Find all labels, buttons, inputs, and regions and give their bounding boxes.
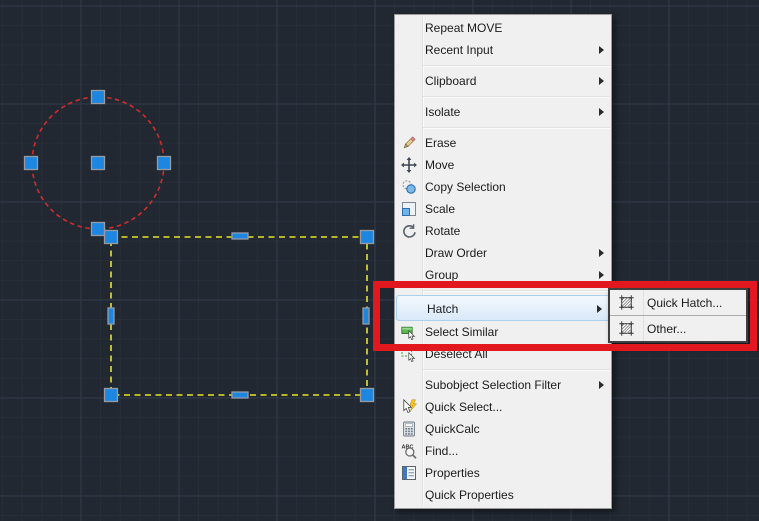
grip[interactable] (362, 307, 370, 325)
properties-icon (395, 465, 422, 481)
menu-item-label: Find... (425, 444, 459, 458)
menu-item-label: Isolate (425, 105, 461, 119)
menu-item-quick-select[interactable]: Quick Select... (395, 396, 611, 418)
submenu-item-other[interactable]: Other... (610, 316, 746, 341)
menu-item-label: QuickCalc (425, 422, 480, 436)
submenu-arrow-icon (597, 304, 602, 313)
grip[interactable] (107, 307, 115, 325)
menu-item-label: Properties (425, 466, 480, 480)
hatch-icon (610, 294, 643, 311)
menu-separator (395, 286, 611, 295)
submenu-arrow-icon (599, 381, 604, 389)
menu-item-label: Rotate (425, 224, 461, 238)
find-icon: ABC (395, 443, 422, 459)
menu-item-label: Recent Input (425, 43, 494, 57)
grip[interactable] (156, 155, 172, 171)
grip[interactable] (103, 229, 119, 245)
grip[interactable] (359, 387, 375, 403)
submenu-arrow-icon (599, 108, 604, 116)
menu-item-label: Subobject Selection Filter (425, 378, 562, 392)
menu-item-label: Move (425, 158, 455, 172)
menu-item-label: Quick Select... (425, 400, 503, 414)
menu-item-deselect-all[interactable]: Deselect All (395, 343, 611, 365)
menu-item-find[interactable]: ABC Find... (395, 440, 611, 462)
menu-item-erase[interactable]: Erase (395, 132, 611, 154)
grip[interactable] (90, 155, 106, 171)
submenu-arrow-icon (599, 77, 604, 85)
submenu-arrow-icon (599, 46, 604, 54)
menu-item-scale[interactable]: Scale (395, 198, 611, 220)
grip[interactable] (90, 89, 106, 105)
menu-item-label: Quick Properties (425, 488, 514, 502)
menu-item-properties[interactable]: Properties (395, 462, 611, 484)
menu-item-group[interactable]: Group (395, 264, 611, 286)
menu-item-clipboard[interactable]: Clipboard (395, 70, 611, 92)
menu-item-label: Deselect All (425, 347, 488, 361)
menu-separator (395, 61, 611, 70)
hatch-icon (610, 320, 643, 337)
selected-rectangle[interactable] (110, 236, 368, 396)
drawing-layer (23, 89, 375, 403)
grip[interactable] (231, 391, 249, 399)
menu-item-draw-order[interactable]: Draw Order (395, 242, 611, 264)
menu-item-quick-properties[interactable]: Quick Properties (395, 484, 611, 506)
menu-item-label: Copy Selection (425, 180, 506, 194)
submenu-item-label: Quick Hatch... (647, 295, 723, 310)
hatch-submenu: Quick Hatch... Other... (608, 288, 748, 343)
grip[interactable] (231, 232, 249, 240)
menu-item-label: Scale (425, 202, 456, 216)
grip[interactable] (359, 229, 375, 245)
context-menu: Repeat MOVE Recent Input Clipboard Isolate E… (394, 14, 612, 509)
quick-select-icon (395, 399, 422, 415)
menu-item-quickcalc[interactable]: QuickCalc (395, 418, 611, 440)
submenu-arrow-icon (599, 249, 604, 257)
deselect-all-icon (395, 346, 422, 362)
menu-item-label: Clipboard (425, 74, 477, 88)
grip[interactable] (23, 155, 39, 171)
menu-item-isolate[interactable]: Isolate (395, 101, 611, 123)
menu-separator (395, 92, 611, 101)
menu-item-hatch[interactable]: Hatch (396, 295, 610, 321)
submenu-item-quick-hatch[interactable]: Quick Hatch... (610, 290, 746, 315)
copy-selection-icon (395, 179, 422, 195)
menu-item-label: Select Similar (425, 325, 499, 339)
menu-item-recent-input[interactable]: Recent Input (395, 39, 611, 61)
menu-separator (395, 123, 611, 132)
menu-item-copy-selection[interactable]: Copy Selection (395, 176, 611, 198)
grip[interactable] (90, 221, 106, 237)
submenu-item-label: Other... (647, 321, 687, 336)
rotate-icon (395, 223, 422, 239)
grip[interactable] (103, 387, 119, 403)
move-icon (395, 157, 422, 173)
quickcalc-icon (395, 421, 422, 437)
menu-item-subobject-selection-filter[interactable]: Subobject Selection Filter (395, 374, 611, 396)
menu-item-label: Group (425, 268, 459, 282)
drawing-canvas[interactable]: Repeat MOVE Recent Input Clipboard Isolate E… (0, 0, 759, 521)
select-similar-icon (395, 324, 422, 340)
menu-separator (395, 365, 611, 374)
menu-item-move[interactable]: Move (395, 154, 611, 176)
menu-item-label: Repeat MOVE (425, 21, 503, 35)
submenu-arrow-icon (599, 271, 604, 279)
menu-item-label: Draw Order (425, 246, 488, 260)
menu-item-rotate[interactable]: Rotate (395, 220, 611, 242)
menu-item-select-similar[interactable]: Select Similar (395, 321, 611, 343)
scale-icon (395, 201, 422, 217)
menu-item-repeat-move[interactable]: Repeat MOVE (395, 17, 611, 39)
menu-item-label: Erase (425, 136, 457, 150)
menu-item-label: Hatch (427, 301, 459, 316)
erase-icon (395, 135, 422, 151)
